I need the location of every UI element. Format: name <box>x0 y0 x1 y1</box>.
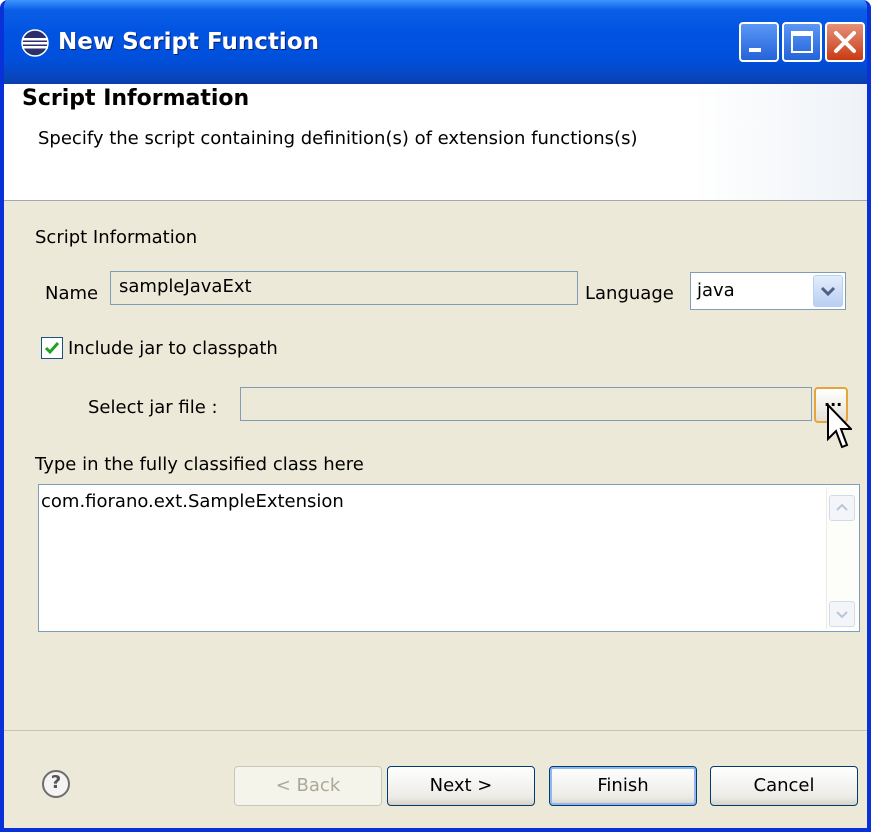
language-select[interactable]: java <box>690 272 846 310</box>
chevron-down-icon <box>820 286 836 297</box>
class-label: Type in the fully classified class here <box>35 454 364 475</box>
back-button[interactable]: < Back <box>234 766 382 806</box>
vertical-scrollbar[interactable] <box>826 487 857 629</box>
minimize-button[interactable] <box>739 22 779 62</box>
next-button[interactable]: Next > <box>387 766 535 806</box>
page-title: Script Information <box>22 86 250 111</box>
include-jar-label[interactable]: Include jar to classpath <box>68 338 278 359</box>
class-text: com.fiorano.ext.SampleExtension <box>41 491 344 512</box>
checkmark-icon <box>44 342 60 355</box>
close-icon <box>834 31 856 53</box>
maximize-button[interactable] <box>782 22 822 62</box>
dialog-window: New Script Function Script Information S… <box>0 0 871 832</box>
language-value: java <box>697 280 735 301</box>
finish-button[interactable]: Finish <box>549 766 697 806</box>
include-jar-checkbox[interactable] <box>41 337 63 359</box>
cancel-button[interactable]: Cancel <box>710 766 858 806</box>
window-title: New Script Function <box>58 29 319 55</box>
wizard-header: Script Information Specify the script co… <box>4 84 867 201</box>
name-field[interactable]: sampleJavaExt <box>110 271 578 305</box>
class-textarea[interactable]: com.fiorano.ext.SampleExtension <box>38 484 860 632</box>
title-bar[interactable]: New Script Function <box>4 0 867 84</box>
help-button[interactable]: ? <box>42 770 70 798</box>
jar-file-field[interactable] <box>240 387 812 421</box>
scroll-up-button[interactable] <box>829 495 855 521</box>
page-description: Specify the script containing definition… <box>38 128 638 149</box>
dropdown-button[interactable] <box>813 275 843 307</box>
group-label: Script Information <box>35 227 198 248</box>
chevron-down-icon <box>836 611 848 619</box>
select-jar-label: Select jar file : <box>88 397 218 418</box>
mouse-cursor-icon <box>827 403 852 449</box>
close-button[interactable] <box>825 22 865 62</box>
eclipse-icon <box>21 29 49 57</box>
language-label: Language <box>585 283 674 304</box>
maximize-icon <box>791 31 813 53</box>
name-label: Name <box>45 283 99 304</box>
minimize-icon <box>749 48 761 52</box>
footer-divider <box>4 730 867 731</box>
scroll-down-button[interactable] <box>829 601 855 627</box>
chevron-up-icon <box>836 503 848 511</box>
